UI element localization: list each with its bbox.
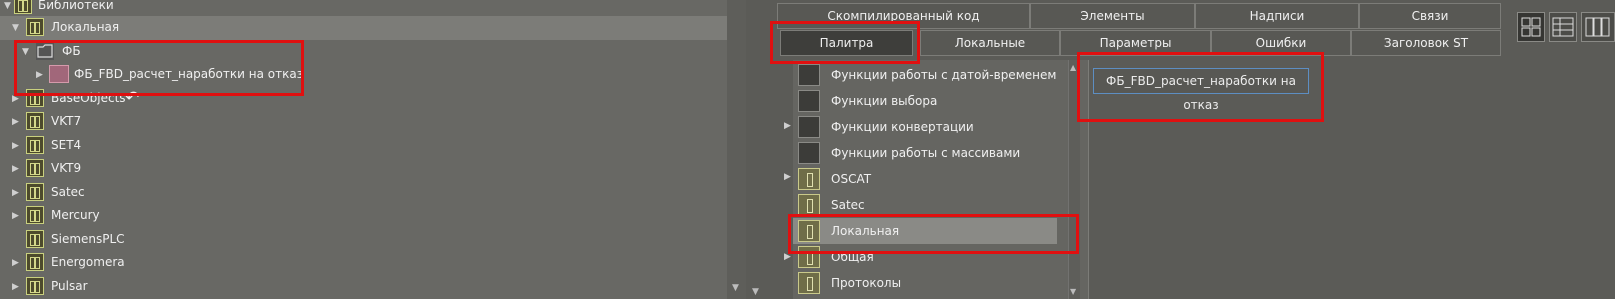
tree-node-label: VKT7 [51,114,82,128]
chevron-right-icon[interactable]: ▶ [12,165,20,174]
library-icon [26,183,44,201]
highlight-box [788,214,1079,254]
scroll-up-icon[interactable]: ▲ [1070,63,1076,72]
tree-scrollbar[interactable]: ▼ [727,0,746,299]
library-icon [26,230,44,248]
grid-view-icon[interactable] [1517,12,1545,42]
highlight-box [770,21,920,64]
highlight-box [1077,52,1324,122]
tree-node-label: Satec [51,185,85,199]
chevron-down-icon[interactable]: ▼ [4,2,12,11]
scroll-down-icon[interactable]: ▼ [752,287,759,297]
tab-connections[interactable]: Связи [1359,3,1501,29]
library-icon [26,18,44,36]
palette-item-label: OSCAT [831,172,872,186]
library-icon [798,272,820,294]
tree-node-local[interactable]: ▼ Локальная [0,16,746,40]
library-icon [798,194,820,216]
palette-item-label: Функции конвертации [831,120,974,134]
library-icon [798,168,820,190]
palette-item-label: Функции работы с датой-временем [831,68,1057,82]
palette-item-label: Протоколы [831,276,902,290]
palette-item-label: Satec [831,198,865,212]
tab-elements[interactable]: Элементы [1030,3,1195,29]
tree-node-mercury[interactable]: ▶ Mercury [0,204,746,228]
tree-node-set4[interactable]: ▶ SET4 [0,134,746,158]
highlight-box [14,40,304,96]
tree-node-vkt9[interactable]: ▶ VKT9 [0,157,746,181]
tree-node-label: Библиотеки [38,0,114,12]
scroll-down-icon[interactable]: ▼ [732,283,739,293]
chevron-right-icon[interactable]: ▶ [784,172,791,182]
library-icon [26,206,44,224]
chevron-right-icon[interactable]: ▶ [12,212,20,221]
palette-item-oscat[interactable]: OSCAT [793,166,1088,192]
palette-list: Функции работы с датой-временем Функции … [793,60,1089,299]
tree-node-label: SET4 [51,138,82,152]
tree-node-satec[interactable]: ▶ Satec [0,181,746,205]
palette-item-datetime[interactable]: Функции работы с датой-временем [793,62,1088,88]
chevron-down-icon[interactable]: ▼ [12,24,20,33]
library-icon [14,0,32,14]
tree-node-label: Pulsar [51,279,88,293]
library-tree-panel: ▼ Библиотеки ▼ Локальная ▼ ФБ ▶ ФБ_FBD_р… [0,0,746,299]
tree-node-label: Mercury [51,208,100,222]
palette-item-label: Функции работы с массивами [831,146,1021,160]
tab-locals[interactable]: Локальные [920,30,1060,56]
tab-st-header[interactable]: Заголовок ST [1351,30,1501,56]
chevron-right-icon[interactable]: ▶ [12,259,20,268]
chevron-right-icon[interactable]: ▶ [12,189,20,198]
list-view-icon[interactable] [1549,12,1577,42]
tree-node-label: Energomera [51,255,125,269]
tree-node-label: VKT9 [51,161,82,175]
palette-item-protocols[interactable]: Протоколы [793,270,1088,296]
tab-labels[interactable]: Надписи [1195,3,1359,29]
folder-icon [798,64,820,86]
palette-item-arrays[interactable]: Функции работы с массивами [793,140,1088,166]
library-icon [26,136,44,154]
tree-node-label: Локальная [51,20,120,34]
tree-node-energomera[interactable]: ▶ Energomera [0,251,746,275]
library-icon [26,112,44,130]
tree-node-pulsar[interactable]: ▶ Pulsar [0,275,746,299]
tree-node-label: SiemensPLC [51,232,125,246]
palette-item-label: Функции выбора [831,94,938,108]
library-icon [26,159,44,177]
chevron-right-icon[interactable]: ▶ [12,95,20,104]
folder-icon [798,90,820,112]
chevron-right-icon[interactable]: ▶ [12,142,20,151]
tree-node-vkt7[interactable]: ▶ VKT7 [0,110,746,134]
library-icon [26,277,44,295]
chevron-right-icon[interactable]: ▶ [784,121,791,131]
chevron-right-icon[interactable]: ▶ [12,283,20,292]
palette-item-conversion[interactable]: Функции конвертации [793,114,1088,140]
folder-icon [798,116,820,138]
palette-item-select[interactable]: Функции выбора [793,88,1088,114]
folder-icon [798,142,820,164]
chevron-right-icon[interactable]: ▶ [12,118,20,127]
columns-view-icon[interactable] [1581,12,1615,42]
scroll-down-icon[interactable]: ▼ [1070,287,1076,296]
tree-node-siemensplc[interactable]: SiemensPLC [0,228,746,252]
library-icon [26,253,44,271]
